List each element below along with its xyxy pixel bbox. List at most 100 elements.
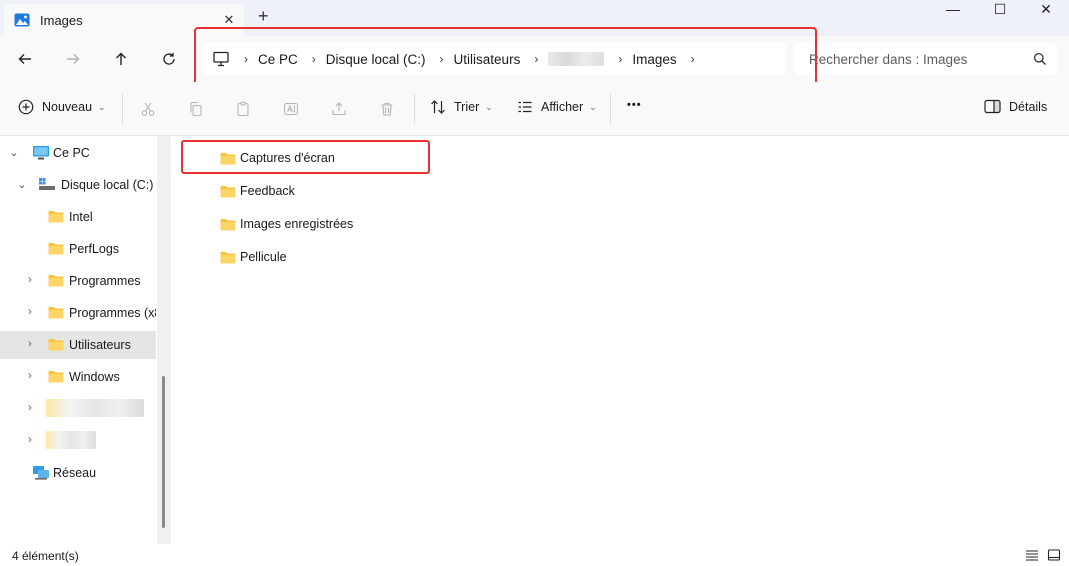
rename-button[interactable]: [281, 99, 301, 119]
sidebar-item-label: Disque local (C:): [61, 178, 154, 192]
folder-icon: [220, 185, 236, 197]
minimize-button[interactable]: —: [930, 0, 976, 20]
sidebar-item-perflogs[interactable]: PerfLogs: [0, 235, 156, 263]
forward-button[interactable]: [58, 45, 88, 73]
chevron-right-icon[interactable]: ›: [24, 434, 36, 446]
details-view-icon[interactable]: [1025, 548, 1039, 562]
details-pane-icon: [984, 99, 1001, 114]
new-button[interactable]: Nouveau ⌄: [18, 99, 106, 115]
sidebar-item-label: Ce PC: [53, 146, 90, 160]
redacted-drive: [46, 431, 96, 449]
search-icon[interactable]: [1033, 52, 1047, 66]
large-icons-view-icon[interactable]: [1047, 548, 1061, 562]
folder-icon: [48, 307, 64, 319]
sidebar-item-windows[interactable]: › Windows: [0, 363, 156, 391]
copy-button[interactable]: [186, 99, 206, 119]
up-button[interactable]: [106, 45, 136, 73]
network-icon: [33, 466, 49, 480]
folder-icon: [48, 243, 64, 255]
chevron-right-icon[interactable]: ›: [24, 370, 36, 382]
status-bar: 4 élément(s): [0, 544, 1069, 566]
share-button[interactable]: [329, 99, 349, 119]
navigation-pane: ⌄ Ce PC ⌄ Disque local (C:) Intel PerfLo…: [0, 136, 172, 544]
rename-icon: [283, 102, 299, 116]
folder-icon: [48, 275, 64, 287]
sidebar-item-label: Programmes: [69, 274, 141, 288]
new-tab-button[interactable]: +: [258, 6, 269, 27]
refresh-button[interactable]: [154, 45, 184, 73]
more-options-button[interactable]: •••: [627, 99, 642, 111]
close-tab-icon[interactable]: ✕: [214, 12, 244, 28]
search-box[interactable]: Rechercher dans : Images: [794, 43, 1057, 75]
chevron-down-icon: ⌄: [589, 101, 597, 112]
file-item-feedback[interactable]: Feedback: [220, 179, 295, 203]
back-button[interactable]: [10, 45, 40, 73]
file-name: Images enregistrées: [240, 217, 354, 231]
details-button[interactable]: Détails: [984, 99, 1047, 114]
maximize-button[interactable]: ☐: [977, 0, 1023, 20]
refresh-icon: [163, 52, 175, 65]
sidebar-scrollbar-thumb[interactable]: [162, 376, 165, 528]
close-window-button[interactable]: ✕: [1023, 0, 1069, 20]
new-label: Nouveau: [42, 100, 93, 114]
copy-icon: [190, 101, 202, 117]
delete-button[interactable]: [377, 99, 397, 119]
sidebar-item-programmes[interactable]: › Programmes: [0, 267, 156, 295]
sort-icon: [431, 100, 445, 114]
sidebar-item-programmes-x86[interactable]: › Programmes (x86): [0, 299, 156, 327]
sidebar-item-label: Utilisateurs: [69, 338, 131, 352]
folder-icon: [48, 211, 64, 223]
folder-icon: [220, 251, 236, 263]
chevron-down-icon[interactable]: ⌄: [8, 146, 20, 159]
chevron-down-icon: ⌄: [485, 101, 493, 112]
address-highlight-box: [194, 27, 817, 89]
up-arrow-icon: [116, 52, 126, 65]
sidebar-item-intel[interactable]: Intel: [0, 203, 156, 231]
sidebar-item-label: Intel: [69, 210, 93, 224]
clipboard-icon: [237, 101, 249, 117]
file-list: Captures d'écran Feedback Images enregis…: [172, 136, 1069, 544]
chevron-down-icon[interactable]: ⌄: [16, 178, 28, 191]
sidebar-item-label: Réseau: [53, 466, 97, 480]
paste-button[interactable]: [233, 99, 253, 119]
file-item-images-enregistrees[interactable]: Images enregistrées: [220, 212, 353, 236]
scissors-icon: [141, 102, 155, 116]
view-list-icon: [518, 101, 532, 113]
folder-icon: [48, 339, 64, 351]
file-name: Pellicule: [240, 250, 287, 264]
sidebar-item-label: Programmes (x86): [69, 306, 156, 320]
pictures-folder-icon: [14, 13, 30, 27]
file-highlight-box: [181, 140, 430, 174]
chevron-right-icon[interactable]: ›: [24, 402, 36, 414]
chevron-down-icon: ⌄: [98, 101, 106, 112]
details-label: Détails: [1009, 99, 1048, 114]
view-button[interactable]: Afficher ⌄: [517, 99, 597, 115]
sort-label: Trier: [454, 100, 480, 114]
sidebar-item-disque-local[interactable]: ⌄ Disque local (C:): [0, 171, 156, 199]
sidebar-item-ce-pc[interactable]: ⌄ Ce PC: [0, 139, 156, 167]
sidebar-item-redacted[interactable]: ›: [0, 427, 156, 455]
file-name: Feedback: [240, 184, 295, 198]
divider: [414, 94, 415, 124]
sidebar-item-label: PerfLogs: [69, 242, 120, 256]
search-placeholder[interactable]: Rechercher dans : Images: [809, 52, 967, 67]
sidebar-item-label: Windows: [69, 370, 120, 384]
cut-button[interactable]: [138, 99, 158, 119]
sidebar-item-redacted[interactable]: ›: [0, 395, 156, 423]
sidebar-item-utilisateurs[interactable]: › Utilisateurs: [0, 331, 156, 359]
chevron-right-icon[interactable]: ›: [24, 274, 36, 286]
chevron-right-icon[interactable]: ›: [24, 338, 36, 350]
divider: [122, 94, 123, 124]
command-bar: Nouveau ⌄ Trier ⌄ Afficher ⌄ ••• Détails: [0, 82, 1069, 136]
view-label: Afficher: [541, 100, 584, 114]
item-count: 4 élément(s): [12, 549, 79, 563]
share-icon: [332, 102, 346, 116]
sort-button[interactable]: Trier ⌄: [430, 99, 493, 115]
sidebar-item-reseau[interactable]: Réseau: [0, 459, 156, 487]
file-item-pellicule[interactable]: Pellicule: [220, 245, 287, 269]
tab-title: Images: [40, 12, 83, 28]
back-arrow-icon: [18, 54, 31, 64]
redacted-drive: [46, 399, 144, 417]
chevron-right-icon[interactable]: ›: [24, 306, 36, 318]
folder-icon: [48, 371, 64, 383]
